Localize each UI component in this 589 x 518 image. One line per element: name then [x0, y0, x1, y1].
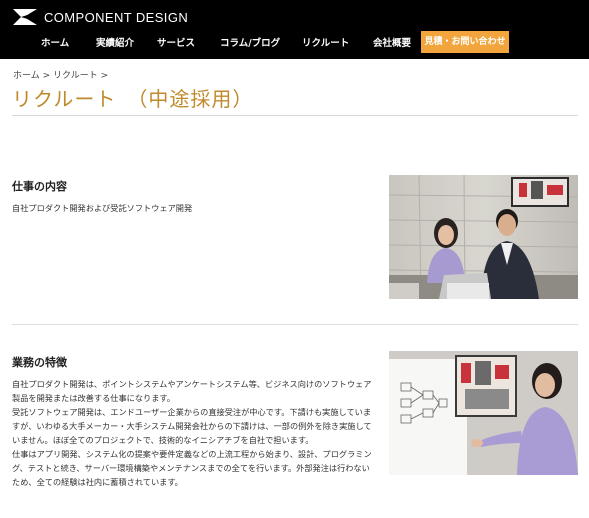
paragraph-product-dev: 自社プロダクト開発は、ポイントシステムやアンケートシステム等、ビジネス向けのソフ…: [12, 379, 372, 403]
section-heading-work-features: 業務の特徴: [12, 356, 67, 369]
breadcrumb: ホーム > リクルート >: [13, 68, 108, 81]
office-team-photo: [389, 175, 578, 299]
section-body-work-features: 自社プロダクト開発は、ポイントシステムやアンケートシステム等、ビジネス向けのソフ…: [12, 377, 378, 489]
nav-item-company[interactable]: 会社概要: [373, 35, 411, 49]
section-text-job-content: 自社プロダクト開発および受託ソフトウェア開発: [12, 203, 193, 213]
nav-item-column-blog[interactable]: コラム/ブログ: [220, 35, 280, 49]
main-nav: ホーム 実績紹介 サービス コラム/ブログ リクルート 会社概要 見積・お問い合…: [0, 31, 589, 53]
breadcrumb-separator: >: [97, 71, 109, 81]
whiteboard-presentation-photo: [389, 351, 578, 475]
nav-item-recruit[interactable]: リクルート: [302, 35, 349, 49]
paragraph-workflow: 仕事はアプリ開発、システム化の提案や要件定義などの上流工程から始まり、設計、プロ…: [12, 449, 372, 487]
logo[interactable]: COMPONENT DESIGN: [12, 8, 188, 26]
section-heading-job-content: 仕事の内容: [12, 180, 67, 193]
breadcrumb-home-link[interactable]: ホーム: [13, 71, 40, 81]
breadcrumb-current: リクルート: [53, 71, 98, 81]
logo-text: COMPONENT DESIGN: [44, 9, 189, 25]
title-divider: [12, 115, 578, 116]
section-divider: [12, 324, 578, 325]
page-title: リクルート （中途採用）: [12, 87, 254, 111]
logo-mark-icon: [13, 9, 37, 25]
paragraph-contract-dev: 受託ソフトウェア開発は、エンドユーザー企業からの直接受注が中心です。下請けも実施…: [12, 407, 372, 445]
nav-item-works[interactable]: 実績紹介: [96, 35, 134, 49]
contact-button[interactable]: 見積・お問い合わせ: [421, 31, 509, 53]
site-header: COMPONENT DESIGN ホーム 実績紹介 サービス コラム/ブログ リ…: [0, 0, 589, 59]
breadcrumb-separator: >: [39, 71, 53, 81]
nav-item-services[interactable]: サービス: [157, 35, 195, 49]
nav-item-home[interactable]: ホーム: [41, 35, 69, 49]
